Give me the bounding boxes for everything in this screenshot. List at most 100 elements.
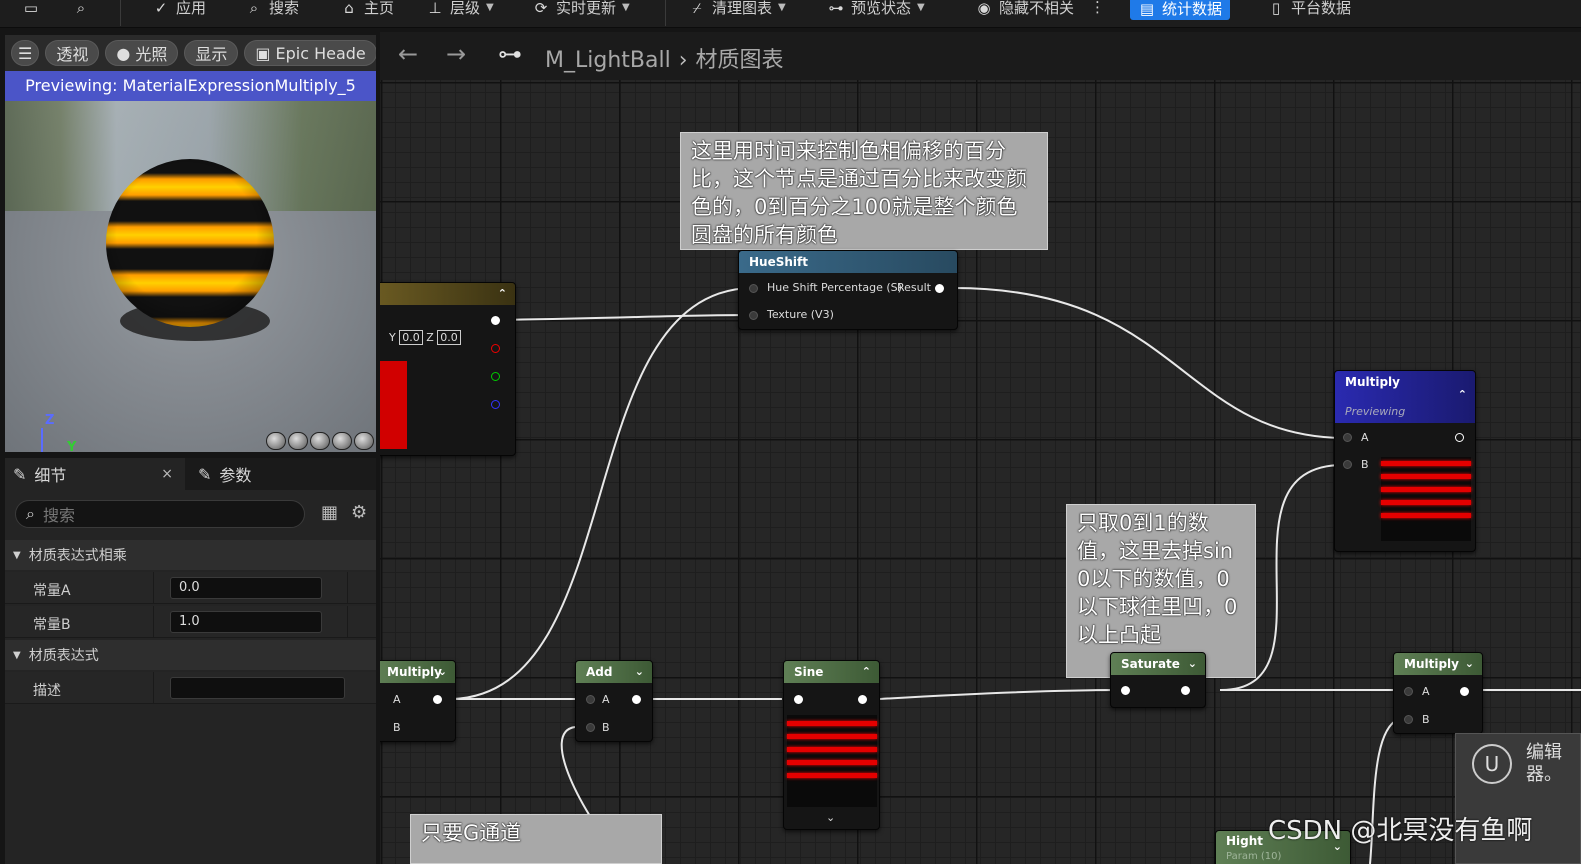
color-swatch bbox=[380, 361, 407, 449]
node-hueshift[interactable]: HueShift Hue Shift Percentage (S) Result… bbox=[738, 250, 958, 330]
stats-icon: ▤ bbox=[1139, 0, 1155, 18]
const-a-input[interactable]: 0.0 bbox=[170, 577, 322, 599]
graph-header: ← → ⊶ M_LightBall › 材质图表 bbox=[380, 32, 1581, 80]
property-const-a: 常量A 0.0 bbox=[5, 572, 376, 604]
close-icon[interactable]: × bbox=[161, 466, 173, 482]
preview-thumbnail bbox=[787, 715, 877, 807]
output-pin[interactable] bbox=[1181, 686, 1190, 695]
node-saturate[interactable]: Saturate ⌄ bbox=[1110, 652, 1206, 708]
node-multiply-preview[interactable]: Multiply Previewing ⌃ A B bbox=[1334, 370, 1476, 552]
settings-gear-icon[interactable]: ⚙ bbox=[351, 502, 367, 523]
lit-button[interactable]: ● 光照 bbox=[105, 40, 179, 66]
input-pin[interactable] bbox=[794, 695, 803, 704]
platform-stats-button[interactable]: ▯ 平台数据 bbox=[1267, 0, 1351, 20]
breadcrumb-material[interactable]: M_LightBall bbox=[545, 48, 671, 73]
table-view-icon[interactable]: ▦ bbox=[321, 502, 338, 523]
input-pin[interactable] bbox=[1121, 686, 1130, 695]
input-pin-a[interactable] bbox=[1404, 687, 1413, 696]
output-pin-b[interactable] bbox=[491, 400, 500, 409]
sphere-icon[interactable] bbox=[288, 432, 308, 450]
category-expression[interactable]: ▼ 材质表达式 bbox=[5, 640, 376, 670]
clean-graph-button[interactable]: ⌿ 清理图表 ▼ bbox=[688, 0, 785, 20]
details-tabs: ✎ 细节 × ✎ 参数 bbox=[5, 458, 376, 490]
output-pin[interactable] bbox=[858, 695, 867, 704]
home-button[interactable]: ⌂ 主页 bbox=[340, 0, 394, 20]
node-add[interactable]: Add ⌄ A B bbox=[575, 660, 653, 742]
forward-arrow-icon[interactable]: → bbox=[446, 40, 466, 68]
input-pin-b[interactable] bbox=[1404, 715, 1413, 724]
input-pin-b[interactable] bbox=[586, 723, 595, 732]
node-sine[interactable]: Sine ⌃ ⌄ bbox=[783, 660, 880, 830]
unreal-logo-icon: U bbox=[1472, 744, 1512, 784]
input-pin-b[interactable] bbox=[1343, 460, 1352, 469]
breadcrumb-graph[interactable]: 材质图表 bbox=[696, 48, 784, 73]
node-multiply-left[interactable]: Multiply ⌄ A B bbox=[380, 660, 456, 742]
expand-chevron-icon[interactable]: ⌄ bbox=[826, 811, 835, 824]
hide-unrelated-button[interactable]: ◉ 隐藏不相关 ⋮ bbox=[975, 0, 1105, 20]
platform-icon: ▯ bbox=[1271, 0, 1281, 17]
apply-icon: ✓ bbox=[154, 0, 168, 17]
broom-icon: ⌿ bbox=[692, 0, 702, 17]
image-icon: ▣ bbox=[255, 43, 271, 63]
watermark: CSDN @北冥没有鱼啊 bbox=[1268, 816, 1533, 846]
z-value-field[interactable]: 0.0 bbox=[437, 330, 461, 345]
plane-icon[interactable] bbox=[310, 432, 330, 450]
const-b-input[interactable]: 1.0 bbox=[170, 611, 322, 633]
category-multiply[interactable]: ▼ 材质表达式相乘 bbox=[5, 540, 376, 570]
output-pin-r[interactable] bbox=[491, 344, 500, 353]
output-pin[interactable] bbox=[433, 695, 442, 704]
teapot-icon[interactable] bbox=[354, 432, 374, 450]
epic-header-button[interactable]: ▣ Epic Heade bbox=[244, 40, 376, 66]
comment-hueshift[interactable]: 这里用时间来控制色相偏移的百分比，这个节点是通过百分比来改变颜色的，0到百分之1… bbox=[680, 132, 1048, 250]
lit-icon: ● bbox=[116, 43, 131, 63]
show-button[interactable]: 显示 bbox=[184, 40, 239, 66]
preview-state-icon: ⊶ bbox=[828, 0, 844, 17]
preview-viewport[interactable]: Z Y ☰ 透视 ● 光照 显示 ▣ Epic Heade Previewing: … bbox=[5, 35, 376, 452]
browse-icon[interactable]: ⌕ bbox=[72, 0, 90, 20]
output-pin[interactable] bbox=[491, 316, 500, 325]
back-arrow-icon[interactable]: ← bbox=[398, 40, 418, 68]
node-multiply-right[interactable]: Multiply ⌄ A B bbox=[1393, 652, 1483, 734]
output-pin[interactable] bbox=[1460, 687, 1469, 696]
tab-details[interactable]: ✎ 细节 × bbox=[5, 458, 185, 490]
apply-button[interactable]: ✓ 应用 bbox=[152, 0, 206, 20]
preview-thumbnail bbox=[1381, 457, 1471, 541]
material-graph[interactable]: ← → ⊶ M_LightBall › 材质图表 这里用时间来控制色相偏移的百分比，… bbox=[380, 32, 1581, 864]
output-pin[interactable] bbox=[1455, 433, 1464, 442]
preview-scene[interactable]: Z Y bbox=[5, 101, 376, 452]
search-icon: ⌕ bbox=[26, 504, 35, 523]
input-pin-a[interactable] bbox=[586, 695, 595, 704]
input-pin-a[interactable] bbox=[1343, 433, 1352, 442]
collapse-arrow-icon: ▼ bbox=[13, 549, 21, 561]
live-update-button[interactable]: ⟳ 实时更新 ▼ bbox=[532, 0, 630, 20]
details-search-input[interactable]: ⌕ 搜索 bbox=[15, 500, 305, 528]
viewport-menu-button[interactable]: ☰ bbox=[11, 40, 40, 66]
node-header: ⌃ bbox=[380, 283, 515, 305]
output-pin[interactable] bbox=[632, 695, 641, 704]
output-pin[interactable] bbox=[935, 284, 944, 293]
details-panel: ✎ 细节 × ✎ 参数 ⌕ 搜索 ▦ ⚙ ▼ 材质表达式相乘 常量A 0.0 常量B 1.… bbox=[5, 458, 376, 864]
main-toolbar: ▭ ⌕ ✓ 应用 ⌕ 搜索 ⌂ 主页 ⊥ 层级 ▼ ⟳ 实时更新 ▼ ⌿ 清理图表 ▼ ⊶ 预览状态… bbox=[0, 0, 1581, 28]
search-button[interactable]: ⌕ 搜索 bbox=[245, 0, 299, 20]
y-value-field[interactable]: 0.0 bbox=[399, 330, 423, 345]
hierarchy-button[interactable]: ⊥ 层级 ▼ bbox=[426, 0, 493, 20]
home-icon: ⌂ bbox=[344, 0, 354, 17]
params-icon: ✎ bbox=[198, 464, 212, 484]
preview-state-button[interactable]: ⊶ 预览状态 ▼ bbox=[827, 0, 925, 20]
node-constant3vector[interactable]: ⌃ Y 0.0 Z 0.0 bbox=[380, 282, 516, 456]
output-pin-g[interactable] bbox=[491, 372, 500, 381]
live-update-icon: ⟳ bbox=[534, 0, 548, 17]
cylinder-icon[interactable] bbox=[266, 432, 286, 450]
search-icon: ⌕ bbox=[249, 0, 259, 17]
property-description: 描述 bbox=[5, 672, 376, 704]
input-pin[interactable] bbox=[749, 311, 758, 320]
input-pin[interactable] bbox=[749, 284, 758, 293]
stats-button[interactable]: ▤ 统计数据 bbox=[1130, 0, 1231, 20]
description-input[interactable] bbox=[170, 677, 345, 699]
cube-icon[interactable] bbox=[332, 432, 352, 450]
save-icon[interactable]: ▭ bbox=[22, 0, 40, 20]
comment-g-channel[interactable]: 只要G通道 bbox=[410, 814, 662, 864]
breadcrumb: M_LightBall › 材质图表 bbox=[545, 48, 784, 73]
tab-params[interactable]: ✎ 参数 bbox=[190, 458, 370, 490]
perspective-button[interactable]: 透视 bbox=[45, 40, 100, 66]
